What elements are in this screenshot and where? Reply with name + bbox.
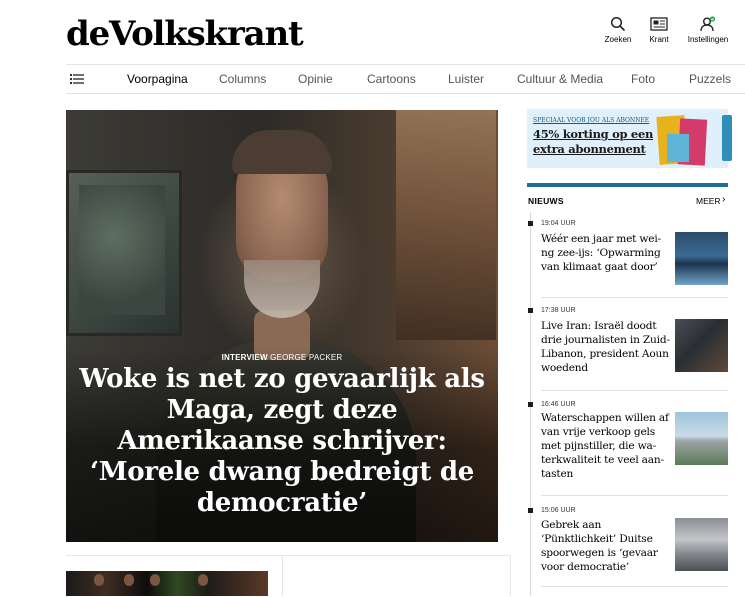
timeline-dot [528,508,533,513]
news-thumbnail[interactable] [675,412,728,465]
logo[interactable]: deVolkskrant [66,14,304,54]
nav-item-columns[interactable]: Columns [219,72,266,86]
newspaper-icon [650,17,668,31]
newspaper-label: Krant [649,35,669,44]
chevron-right-icon[interactable]: › [722,194,725,205]
ad-eyebrow: SPECIAAL VOOR JOU ALS ABONNEE [533,117,650,124]
hero-headline[interactable]: Woke is net zo gevaarlijk als Maga, zegt… [70,364,494,519]
nav-item-luister[interactable]: Luister [448,72,484,86]
news-time: 17:38 UUR [541,307,576,314]
news-title: NIEUWS [528,196,564,206]
nav-item-cartoons[interactable]: Cartoons [367,72,416,86]
ad-headline-line1[interactable]: 45% korting op een [533,127,653,141]
subscription-ad[interactable]: SPECIAAL VOOR JOU ALS ABONNEE 45% kortin… [527,109,728,168]
user-settings-icon [700,16,716,32]
news-headline[interactable]: Live Iran: Israël doodt drie journaliste… [541,319,673,375]
news-thumbnail[interactable] [675,232,728,285]
news-headline[interactable]: Gebrek aan ‘Pünktlichkeit’ Duitse spoorw… [541,518,673,574]
search-label: Zoeken [604,35,632,44]
ad-headline-line2[interactable]: extra abonnement [533,142,646,156]
nav-item-foto[interactable]: Foto [631,72,655,86]
search-button[interactable]: Zoeken [596,16,640,44]
nav-item-puzzels[interactable]: Puzzels [689,72,731,86]
news-more-link[interactable]: MEER [696,196,721,206]
main-navigation: Voorpagina Columns Opinie Cartoons Luist… [66,64,745,94]
news-headline[interactable]: Wéér een jaar met wei-ng zee-ijs: ‘Opwar… [541,232,673,274]
nav-item-opinie[interactable]: Opinie [298,72,333,86]
nav-item-voorpagina[interactable]: Voorpagina [127,72,188,86]
hero-kicker: INTERVIEW GEORGE PACKER [66,353,498,362]
menu-icon[interactable] [70,74,84,84]
hero-kicker-name: GEORGE PACKER [270,353,343,362]
newspaper-button[interactable]: Krant [637,16,681,44]
settings-button[interactable]: Instellingen [686,16,730,44]
settings-label: Instellingen [687,35,729,44]
hero-kicker-label: INTERVIEW [221,353,268,362]
ad-scroll-tab [722,115,732,161]
news-time: 19:04 UUR [541,220,576,227]
news-headline[interactable]: Waterschappen willen af van vrije verkoo… [541,411,673,481]
news-thumbnail[interactable] [675,319,728,372]
search-icon [610,16,626,32]
nav-item-cultuur-media[interactable]: Cultuur & Media [517,72,603,86]
news-accent-bar [527,183,728,187]
news-time: 16:46 UUR [541,401,576,408]
news-thumbnail[interactable] [675,518,728,571]
timeline-dot [528,221,533,226]
timeline-dot [528,308,533,313]
timeline-dot [528,402,533,407]
news-time: 15:06 UUR [541,507,576,514]
hero-article[interactable]: INTERVIEW GEORGE PACKER Woke is net zo g… [66,110,498,542]
